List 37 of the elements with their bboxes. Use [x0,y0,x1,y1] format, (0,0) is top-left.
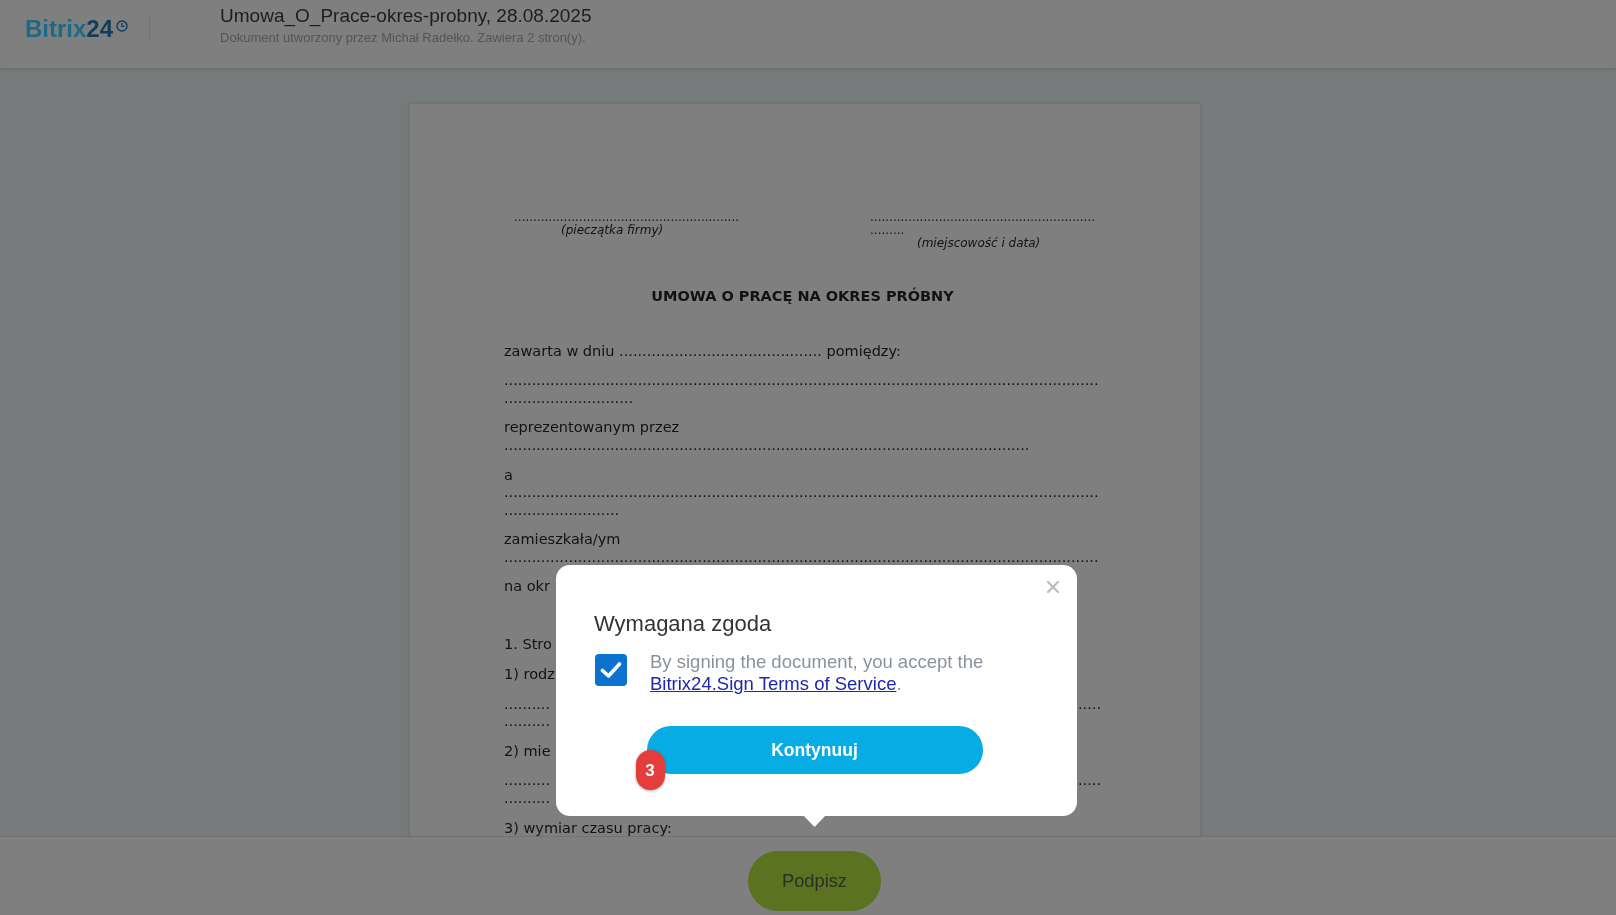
document-line: reprezentowanym przez [504,419,680,437]
document-line: 3) wymiar czasu pracy: [504,819,672,836]
logo-text: Bitrix24 [25,15,114,43]
document-line: a [504,466,513,485]
signature-line: ........................................................... [870,211,1096,224]
check-icon [600,661,622,679]
document-heading: UMOWA O PRACĘ NA OKRES PRÓBNY [651,288,954,306]
document-line: 2) mie [504,742,551,761]
document-line: na okr [504,578,550,596]
document-line: .......... [504,713,551,731]
clock-icon [116,20,129,32]
terms-link[interactable]: Bitrix24.Sign Terms of Service [650,672,897,694]
document-line: ..... [1077,695,1101,713]
document-line: .......... [504,789,551,808]
consent-text: By signing the document, you accept the Bitrix24.Sign Terms of Service. [650,651,985,695]
document-line: 1) rodz [504,665,555,684]
document-line: .......... [504,695,551,713]
signature-line: ........................................................... [514,211,740,224]
document-line: .................................................................................................................. [504,436,1030,455]
document-line: .......... [504,772,551,790]
dialog-title: Wymagana zgoda [594,611,772,637]
sign-button[interactable]: Podpisz [748,851,881,911]
document-line: zamieszkała/ym [504,531,621,549]
document-line: ......................... [504,501,620,520]
step-badge: 3 [635,750,665,791]
document-line: zawarta w dniu ............................................ pomiędzy: [504,342,901,360]
document-line: ................................................................................................................................. [504,484,1099,502]
document-line: ............................ [504,389,634,408]
consent-checkbox[interactable] [595,654,627,686]
document-line: 1. Stro [504,636,552,654]
signature-line: ......... [870,224,905,237]
document-line: ................................................................................................................................. [504,548,1099,567]
document-title: Umowa_O_Prace-okres-probny, 28.08.2025 [220,5,592,27]
document-line: ................................................................................................................................. [504,372,1099,390]
signature-caption: (pieczątka firmy) [561,224,664,237]
document-line: ..... [1077,772,1101,790]
signature-caption: (miejscowość i data) [917,237,1041,250]
